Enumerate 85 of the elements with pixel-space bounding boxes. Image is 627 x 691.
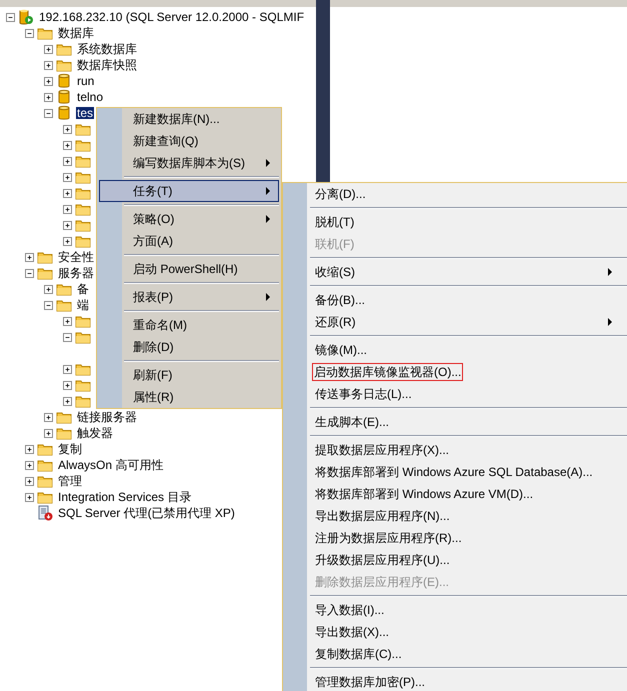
database-icon (56, 73, 72, 89)
expand-icon[interactable] (44, 412, 53, 422)
tree-item[interactable]: 服务器 (57, 267, 95, 279)
expand-icon[interactable] (63, 156, 72, 166)
expand-icon[interactable] (25, 460, 34, 470)
tree-item[interactable]: 安全性 (57, 251, 95, 263)
menu-item[interactable]: 策略(O) (99, 208, 279, 230)
tree-item[interactable]: 系统数据库 (76, 43, 138, 55)
menu-item[interactable]: 提取数据层应用程序(X)... (285, 439, 627, 461)
tree-item[interactable]: 管理 (57, 475, 83, 487)
tree-item[interactable]: 端 (76, 299, 90, 311)
tree-item[interactable]: telno (76, 91, 104, 103)
menu-item[interactable]: 导出数据(X)... (285, 621, 627, 643)
expand-icon[interactable] (25, 476, 34, 486)
expand-icon[interactable] (63, 140, 72, 150)
server-icon (18, 9, 34, 25)
collapse-icon[interactable] (6, 12, 15, 22)
tree-item[interactable]: 数据库 (57, 27, 95, 39)
expand-icon[interactable] (63, 172, 72, 182)
expand-icon[interactable] (44, 428, 53, 438)
menu-item[interactable]: 启动 PowerShell(H) (99, 258, 279, 280)
expand-icon[interactable] (63, 380, 72, 390)
expand-icon[interactable] (63, 220, 72, 230)
tree-item[interactable]: run (76, 75, 96, 87)
expand-icon[interactable] (44, 92, 53, 102)
tree-item[interactable]: 192.168.232.10 (SQL Server 12.0.2000 - SQLMIF (38, 11, 306, 23)
expand-icon[interactable] (63, 204, 72, 214)
collapse-icon[interactable] (63, 332, 72, 342)
expand-icon[interactable] (25, 492, 34, 502)
menu-item[interactable]: 新建数据库(N)... (99, 108, 279, 130)
menu-item[interactable]: 升级数据层应用程序(U)... (285, 549, 627, 571)
menu-item[interactable]: 报表(P) (99, 286, 279, 308)
menu-item[interactable]: 将数据库部署到 Windows Azure VM(D)... (285, 483, 627, 505)
tree-item[interactable]: 复制 (57, 443, 83, 455)
menu-item[interactable]: 编写数据库脚本为(S) (99, 152, 279, 174)
menu-item[interactable]: 分离(D)... (285, 183, 627, 205)
menu-item[interactable]: 注册为数据层应用程序(R)... (285, 527, 627, 549)
menu-item[interactable]: 脱机(T) (285, 211, 627, 233)
expand-icon[interactable] (44, 76, 53, 86)
menu-item[interactable]: 镜像(M)... (285, 339, 627, 361)
collapse-icon[interactable] (44, 300, 53, 310)
menu-item[interactable]: 生成脚本(E)... (285, 411, 627, 433)
menu-item[interactable]: 还原(R) (285, 311, 627, 333)
menu-item[interactable]: 新建查询(Q) (99, 130, 279, 152)
tree-item[interactable]: 备 (76, 283, 90, 295)
collapse-icon[interactable] (25, 28, 34, 38)
tree-item[interactable]: AlwaysOn 高可用性 (57, 459, 164, 471)
menu-item[interactable]: 刷新(F) (99, 364, 279, 386)
tree-item[interactable]: 触发器 (76, 427, 114, 439)
menu-item[interactable]: 复制数据库(C)... (285, 643, 627, 665)
menu-item[interactable]: 导入数据(I)... (285, 599, 627, 621)
expand-icon[interactable] (44, 284, 53, 294)
menu-item[interactable]: 属性(R) (99, 386, 279, 408)
agent-icon (37, 505, 53, 521)
expand-icon[interactable] (44, 44, 53, 54)
expand-icon[interactable] (63, 188, 72, 198)
expand-icon[interactable] (63, 364, 72, 374)
menu-item[interactable]: 启动数据库镜像监视器(O)... (285, 361, 627, 383)
menu-item[interactable]: 收缩(S) (285, 261, 627, 283)
menu-item[interactable]: 备份(B)... (285, 289, 627, 311)
tree-item[interactable]: SQL Server 代理(已禁用代理 XP) (57, 507, 236, 519)
menu-item[interactable]: 传送事务日志(L)... (285, 383, 627, 405)
highlight-frame: 启动数据库镜像监视器(O)... (312, 362, 464, 380)
database-icon (56, 105, 72, 121)
menu-item[interactable]: 任务(T) (99, 180, 279, 202)
expand-icon[interactable] (44, 60, 53, 70)
expand-icon[interactable] (63, 236, 72, 246)
menu-item[interactable]: 将数据库部署到 Windows Azure SQL Database(A)... (285, 461, 627, 483)
menu-item[interactable]: 管理数据库加密(P)... (285, 671, 627, 691)
menu-item[interactable]: 重命名(M) (99, 314, 279, 336)
tree-item[interactable]: Integration Services 目录 (57, 491, 192, 503)
collapse-icon[interactable] (25, 268, 34, 278)
database-icon (56, 89, 72, 105)
expand-icon[interactable] (25, 444, 34, 454)
tree-item[interactable]: 数据库快照 (76, 59, 138, 71)
expand-icon[interactable] (63, 396, 72, 406)
menu-item[interactable]: 导出数据层应用程序(N)... (285, 505, 627, 527)
menu-item[interactable]: 删除(D) (99, 336, 279, 358)
tree-item[interactable]: 链接服务器 (76, 411, 138, 423)
expand-icon[interactable] (25, 252, 34, 262)
collapse-icon[interactable] (44, 108, 53, 118)
expand-icon[interactable] (63, 124, 72, 134)
tree-item[interactable]: tes (76, 107, 94, 119)
expand-icon[interactable] (63, 316, 72, 326)
menu-item[interactable]: 方面(A) (99, 230, 279, 252)
